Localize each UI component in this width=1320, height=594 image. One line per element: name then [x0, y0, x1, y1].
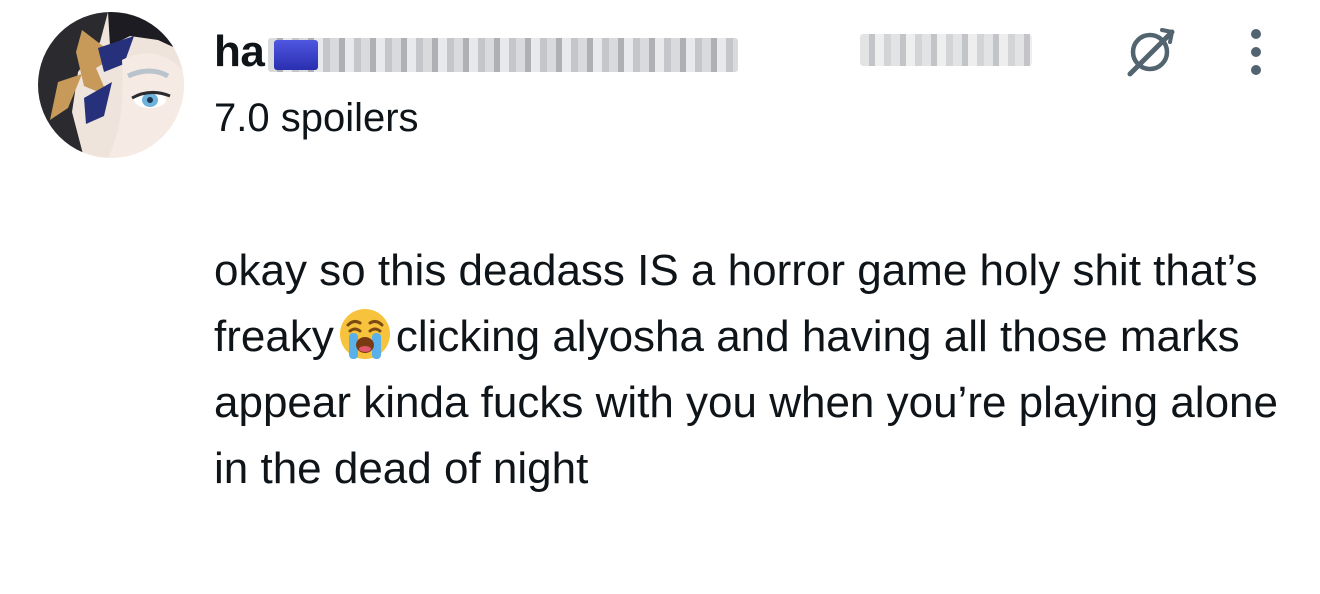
- more-vertical-icon: [1251, 29, 1261, 75]
- grok-icon: [1127, 28, 1175, 77]
- avatar-image: [38, 12, 184, 158]
- avatar[interactable]: [38, 12, 184, 158]
- grok-button[interactable]: [1116, 18, 1184, 86]
- more-options-button[interactable]: [1232, 22, 1280, 82]
- post: ha 7.0 spoilers okay so this deadass IS …: [0, 0, 1320, 594]
- post-text: okay so this deadass IS a horror game ho…: [214, 238, 1304, 502]
- author-subtitle: 7.0 spoilers: [214, 96, 419, 140]
- loudly-crying-face-icon: [338, 307, 392, 361]
- redacted-name-blur[interactable]: [268, 38, 739, 72]
- redacted-handle-blur[interactable]: [860, 34, 1032, 66]
- author-display-name[interactable]: ha: [214, 26, 265, 78]
